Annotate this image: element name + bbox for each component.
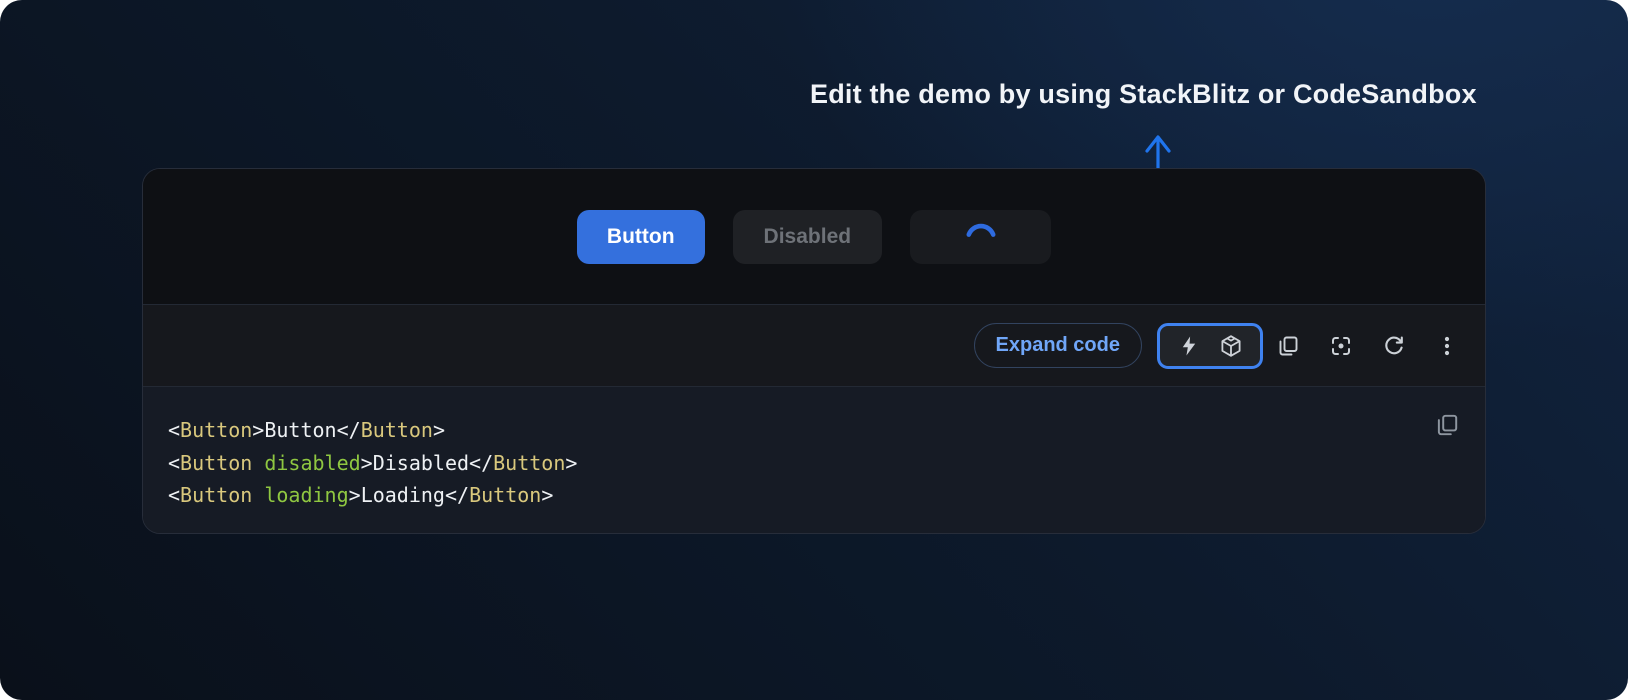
demo-toolbar: Expand code (143, 305, 1485, 387)
preview-button[interactable] (1328, 333, 1354, 359)
codesandbox-icon[interactable] (1219, 334, 1243, 358)
disabled-button[interactable]: Disabled (733, 210, 883, 264)
more-icon (1435, 334, 1459, 358)
demo-preview-area: Button Disabled (143, 169, 1485, 305)
expand-code-button[interactable]: Expand code (974, 323, 1142, 368)
stackblitz-icon[interactable] (1178, 335, 1200, 357)
loading-button[interactable] (910, 210, 1051, 264)
primary-button[interactable]: Button (577, 210, 705, 264)
loading-spinner-icon (963, 219, 999, 255)
code-line: <Button disabled>Disabled</Button> (168, 447, 577, 480)
online-editors-highlight-box (1157, 323, 1263, 369)
callout-caption: Edit the demo by using StackBlitz or Cod… (810, 79, 1477, 110)
code-lines: <Button>Button</Button><Button disabled>… (168, 414, 577, 512)
refresh-icon (1382, 334, 1406, 358)
more-actions-button[interactable] (1434, 333, 1460, 359)
code-line: <Button>Button</Button> (168, 414, 577, 447)
copy-code-button[interactable] (1433, 412, 1461, 440)
demo-panel: Button Disabled Expand code (142, 168, 1486, 534)
copy-icon (1434, 426, 1460, 441)
refresh-button[interactable] (1381, 333, 1407, 359)
screenshot-background: Edit the demo by using StackBlitz or Cod… (0, 0, 1628, 700)
code-block: <Button>Button</Button><Button disabled>… (143, 387, 1485, 533)
preview-icon (1329, 334, 1353, 358)
code-line: <Button loading>Loading</Button> (168, 479, 577, 512)
copy-icon (1276, 334, 1300, 358)
copy-demo-button[interactable] (1275, 333, 1301, 359)
